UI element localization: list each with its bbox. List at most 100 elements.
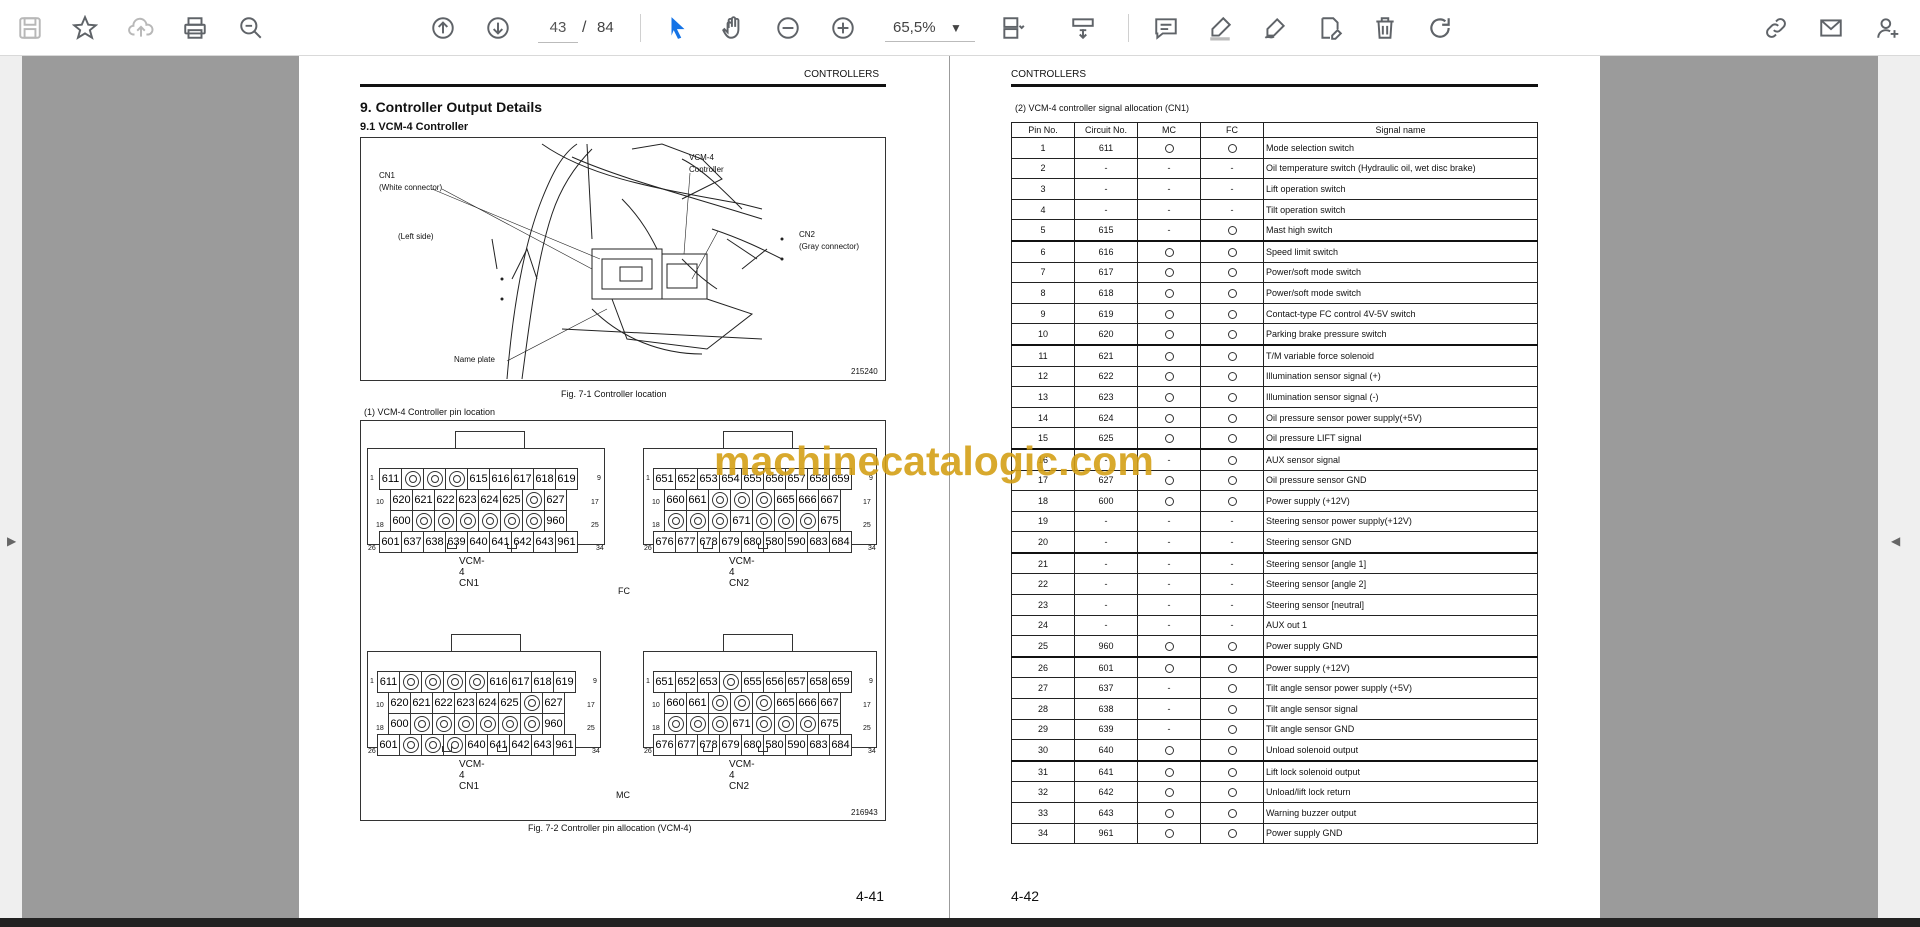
column-header: FC bbox=[1200, 122, 1264, 138]
pin-row: 600 960 bbox=[390, 510, 577, 532]
expand-left-icon[interactable]: ▶ bbox=[7, 534, 16, 548]
table-cell: Unload solenoid output bbox=[1263, 739, 1538, 762]
table-cell: Power supply GND bbox=[1263, 822, 1538, 845]
table-cell: Power supply (+12V) bbox=[1263, 490, 1538, 512]
pin-cell: 617 bbox=[509, 671, 532, 693]
rotate-icon[interactable] bbox=[1422, 10, 1458, 46]
pin-circle-icon bbox=[667, 513, 684, 529]
table-cell: 643 bbox=[1074, 802, 1138, 824]
table-title: (2) VCM-4 controller signal allocation (… bbox=[1015, 103, 1190, 113]
table-row: 12 622 Illumination sensor signal (+) bbox=[1011, 365, 1538, 388]
pin-cell: 656 bbox=[763, 671, 786, 693]
select-icon[interactable] bbox=[660, 10, 696, 46]
pin-cell: 655 bbox=[741, 671, 764, 693]
page-up-icon[interactable] bbox=[425, 10, 461, 46]
pin-cell bbox=[796, 510, 819, 532]
pin-cell: 600 bbox=[388, 713, 411, 735]
connector-foot bbox=[703, 746, 713, 752]
table-row: 34 961 Power supply GND bbox=[1011, 822, 1538, 845]
table-cell: - bbox=[1200, 573, 1264, 596]
delete-icon[interactable] bbox=[1367, 10, 1403, 46]
circle-mark-icon bbox=[1227, 767, 1237, 777]
pin-row: 620 621 622 623 624 625 627 bbox=[388, 692, 575, 714]
table-cell: 641 bbox=[1074, 760, 1138, 783]
pin-cell: 617 bbox=[511, 468, 534, 490]
pin-cell: 661 bbox=[686, 692, 709, 714]
table-cell: 21 bbox=[1011, 552, 1075, 575]
circle-mark-icon bbox=[1227, 330, 1237, 340]
pdf-page-right: CONTROLLERS (2) VCM-4 controller signal … bbox=[950, 56, 1600, 918]
upload-icon[interactable] bbox=[123, 10, 159, 46]
pin-circle-icon bbox=[435, 716, 452, 732]
table-cell: Contact-type FC control 4V-5V switch bbox=[1263, 302, 1538, 325]
table-cell: 637 bbox=[1074, 677, 1138, 700]
table-cell bbox=[1200, 386, 1264, 408]
pin-cell: 657 bbox=[785, 671, 808, 693]
pin-cell: 960 bbox=[542, 713, 565, 735]
table-cell: - bbox=[1137, 614, 1201, 637]
share-link-icon[interactable] bbox=[1758, 10, 1794, 46]
expand-right-icon[interactable]: ◀ bbox=[1891, 534, 1900, 548]
pin-cell: 643 bbox=[531, 734, 554, 756]
column-header: Pin No. bbox=[1011, 122, 1075, 138]
table-cell: 33 bbox=[1011, 802, 1075, 824]
scroll-mode-icon[interactable] bbox=[1065, 10, 1101, 46]
pin-cell bbox=[730, 692, 753, 714]
pin-cell: 680 bbox=[741, 531, 764, 553]
pin-grid: 611 615 616 617 618 619 620 621 622 623 624 625 627 6… bbox=[379, 468, 578, 553]
table-cell bbox=[1200, 302, 1264, 325]
zoom-search-icon[interactable] bbox=[233, 10, 269, 46]
table-cell: T/M variable force solenoid bbox=[1263, 344, 1538, 367]
table-cell: - bbox=[1137, 698, 1201, 720]
pin-circle-icon bbox=[755, 695, 772, 711]
chevron-down-icon[interactable]: ▼ bbox=[950, 14, 962, 42]
comment-icon[interactable] bbox=[1148, 10, 1184, 46]
table-cell: - bbox=[1074, 198, 1138, 221]
zoom-in-icon[interactable] bbox=[825, 10, 861, 46]
fit-page-icon[interactable] bbox=[995, 10, 1031, 46]
table-cell: Mast high switch bbox=[1263, 219, 1538, 242]
table-cell: - bbox=[1137, 510, 1201, 533]
row-label: 17 bbox=[863, 702, 871, 709]
table-cell: 961 bbox=[1074, 822, 1138, 845]
label-name-plate: Name plate bbox=[454, 355, 495, 364]
pin-cell: 667 bbox=[818, 489, 841, 511]
table-cell: - bbox=[1074, 614, 1138, 637]
pin-circle-icon bbox=[424, 737, 441, 753]
table-cell: - bbox=[1137, 198, 1201, 221]
mail-icon[interactable] bbox=[1813, 10, 1849, 46]
pin-grid: 651 652 653 655 656 657 658 659 660 661 665 666 667 6… bbox=[653, 671, 852, 756]
save-icon[interactable] bbox=[12, 10, 48, 46]
add-user-icon[interactable] bbox=[1870, 10, 1906, 46]
zoom-out-icon[interactable] bbox=[770, 10, 806, 46]
page-down-icon[interactable] bbox=[480, 10, 516, 46]
table-row: 23- - - Steering sensor [neutral] bbox=[1011, 594, 1538, 616]
pin-circle-icon bbox=[413, 716, 430, 732]
row-label: 26 bbox=[368, 748, 376, 755]
pin-cell: 640 bbox=[467, 531, 490, 553]
table-cell bbox=[1137, 323, 1201, 346]
pin-cell bbox=[796, 713, 819, 735]
table-cell bbox=[1200, 781, 1264, 803]
circle-mark-icon bbox=[1227, 392, 1237, 402]
table-cell: 615 bbox=[1074, 219, 1138, 242]
table-cell: - bbox=[1137, 178, 1201, 200]
pin-cell: 601 bbox=[377, 734, 400, 756]
print-icon[interactable] bbox=[177, 10, 213, 46]
page-number-input[interactable]: 43 bbox=[538, 14, 578, 43]
circle-mark-icon bbox=[1164, 767, 1174, 777]
label-cn2: CN2 bbox=[799, 230, 816, 239]
pin-cell bbox=[399, 671, 422, 693]
table-cell bbox=[1200, 760, 1264, 783]
sign-icon[interactable] bbox=[1257, 10, 1293, 46]
hand-icon[interactable] bbox=[715, 10, 751, 46]
pin-cell bbox=[443, 734, 466, 756]
pin-cell bbox=[752, 713, 775, 735]
star-icon[interactable] bbox=[67, 10, 103, 46]
edit-pdf-icon[interactable] bbox=[1312, 10, 1348, 46]
highlight-icon[interactable] bbox=[1202, 10, 1238, 46]
table-cell: - bbox=[1074, 552, 1138, 575]
table-cell bbox=[1200, 822, 1264, 845]
table-cell: - bbox=[1200, 594, 1264, 616]
pin-circle-icon bbox=[468, 674, 485, 690]
